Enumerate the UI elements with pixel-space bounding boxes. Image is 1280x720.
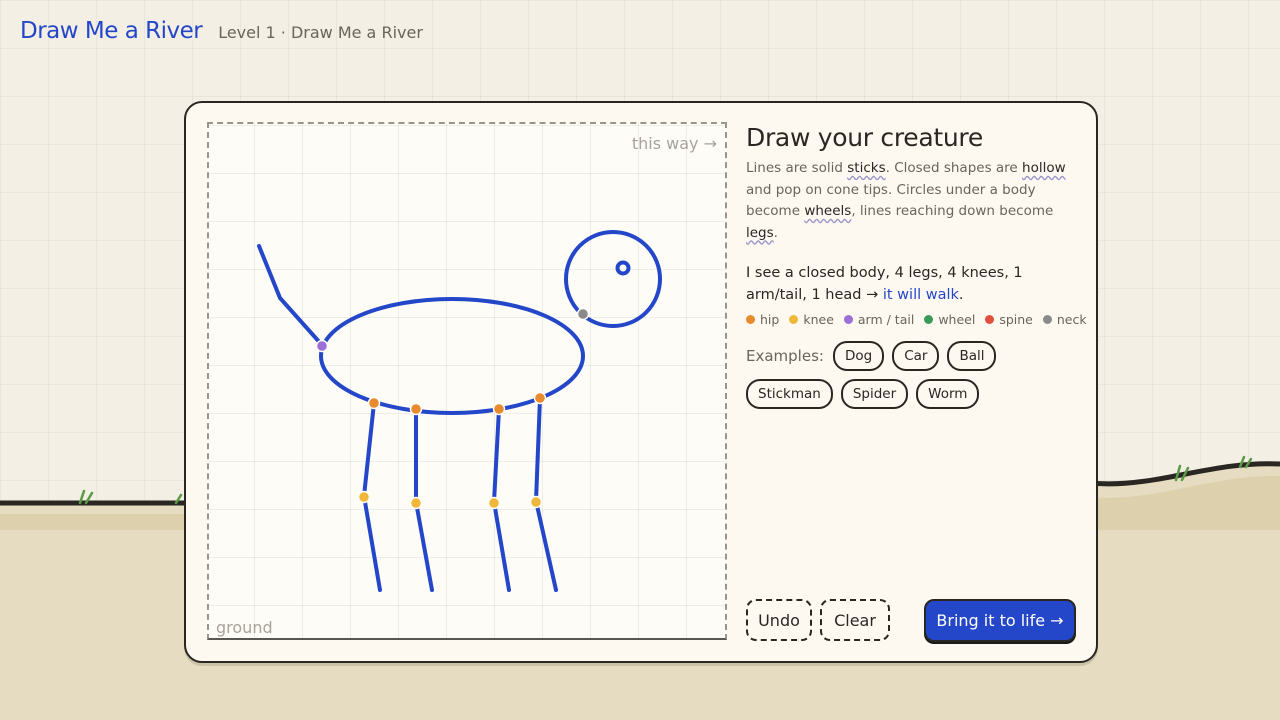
creature-leg-4-stroke [534, 396, 558, 592]
status-result: it will walk [882, 287, 959, 303]
legend-item-arm-tail: arm / tail [843, 312, 915, 327]
legend-label: neck [1056, 312, 1087, 327]
status-suffix: . [958, 287, 964, 303]
knee-joint-3 [487, 496, 501, 510]
legend-item-neck: neck [1042, 312, 1087, 327]
desc-text: . [773, 224, 778, 241]
app-title: Draw Me a River [20, 18, 203, 44]
legend-label: arm / tail [857, 312, 915, 327]
legend-label: hip [760, 312, 780, 327]
example-spider-button[interactable]: Spider [840, 379, 909, 409]
top-bar: Draw Me a River Level 1 · Draw Me a Rive… [20, 18, 423, 44]
example-worm-button[interactable]: Worm [916, 379, 980, 409]
example-ball-button[interactable]: Ball [947, 341, 997, 371]
arm-tail-dot-icon [843, 315, 853, 324]
panel-title: Draw your creature [746, 123, 983, 152]
hip-joint-4 [533, 391, 547, 405]
desc-text: . Closed shapes are [885, 160, 1023, 176]
hip-joint-3 [492, 402, 506, 416]
hip-joint-1 [367, 396, 381, 410]
knee-joint-2 [409, 496, 423, 510]
hip-dot-icon [746, 315, 755, 324]
action-bar: Undo Clear Bring it to life → [746, 599, 1076, 642]
keyword-hollow: hollow [1022, 160, 1066, 176]
ground-label: ground [216, 618, 273, 637]
examples-label: Examples: [746, 347, 824, 365]
creature-card: this way → ground Draw your creature Lin… [184, 101, 1098, 663]
example-dog-button[interactable]: Dog [832, 341, 885, 371]
direction-hint: this way → [631, 134, 717, 153]
drawing [257, 230, 662, 592]
keyword-sticks: sticks [847, 160, 886, 176]
legend-item-wheel: wheel [924, 312, 975, 327]
legend-label: knee [803, 312, 834, 327]
rules-description: Lines are solid sticks. Closed shapes ar… [746, 158, 1076, 244]
spine-dot-icon [985, 315, 995, 324]
desc-text: , lines reaching down become [851, 203, 1054, 219]
legend-item-hip: hip [746, 312, 779, 327]
legend-item-knee: knee [789, 312, 834, 327]
keyword-wheels: wheels [804, 203, 852, 219]
examples-row: Examples: Dog Car Ball Stickman Spider W… [746, 341, 1076, 409]
example-car-button[interactable]: Car [892, 341, 940, 371]
legend-label: spine [999, 312, 1033, 327]
neck-joint [576, 307, 590, 321]
desc-text: Lines are solid [746, 160, 848, 176]
neck-dot-icon [1042, 315, 1052, 324]
creature-tail-stroke [257, 244, 324, 347]
bring-to-life-button[interactable]: Bring it to life → [924, 599, 1076, 642]
clear-button[interactable]: Clear [820, 599, 890, 641]
example-stickman-button[interactable]: Stickman [746, 379, 833, 409]
wheel-dot-icon [924, 315, 934, 324]
drawing-canvas[interactable]: this way → ground [207, 122, 727, 640]
knee-joint-4 [529, 495, 543, 509]
joint-legend: hip knee arm / tail wheel spine neck [746, 312, 1087, 327]
creature-eye-stroke [615, 260, 631, 276]
analysis-status: I see a closed body, 4 legs, 4 knees, 1 … [746, 262, 1076, 306]
undo-button[interactable]: Undo [746, 599, 812, 641]
knee-joint-1 [357, 490, 371, 504]
tail-joint [315, 339, 329, 353]
knee-dot-icon [789, 315, 799, 324]
hip-joint-2 [409, 402, 423, 416]
legend-label: wheel [938, 312, 976, 327]
level-label: Level 1 · Draw Me a River [218, 23, 423, 42]
keyword-legs: legs [746, 224, 774, 241]
info-panel: Draw your creature Lines are solid stick… [746, 123, 1087, 409]
legend-item-spine: spine [985, 312, 1033, 327]
